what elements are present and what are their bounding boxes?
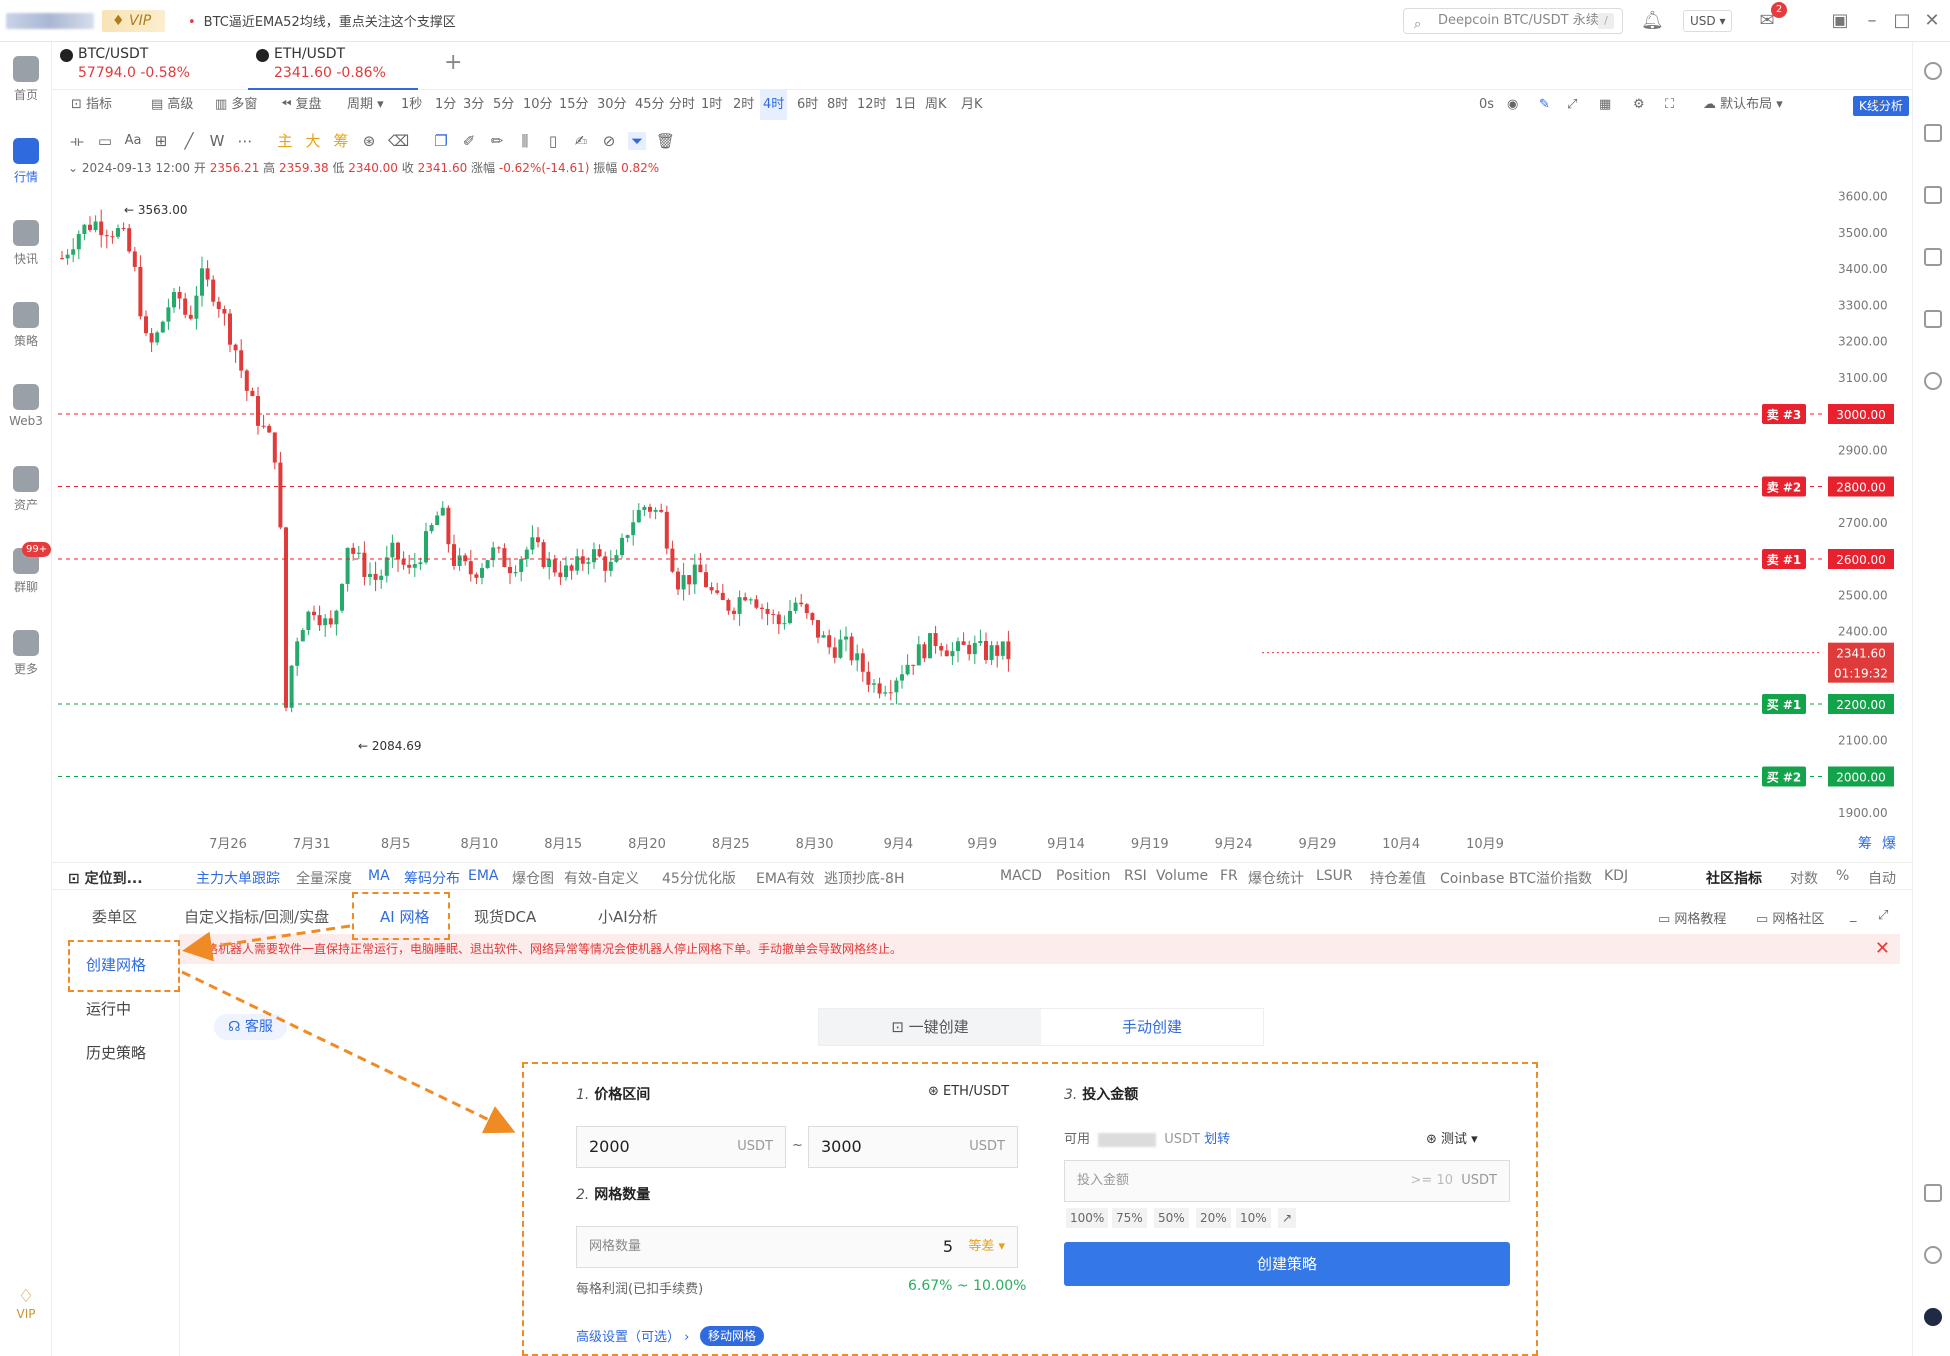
app-root: ♦ VIP • BTC逼近EMA52均线，重点关注这个支撑区 ⌕ Deepcoin … (0, 0, 1950, 1356)
annotation-arrows (181, 924, 516, 1134)
